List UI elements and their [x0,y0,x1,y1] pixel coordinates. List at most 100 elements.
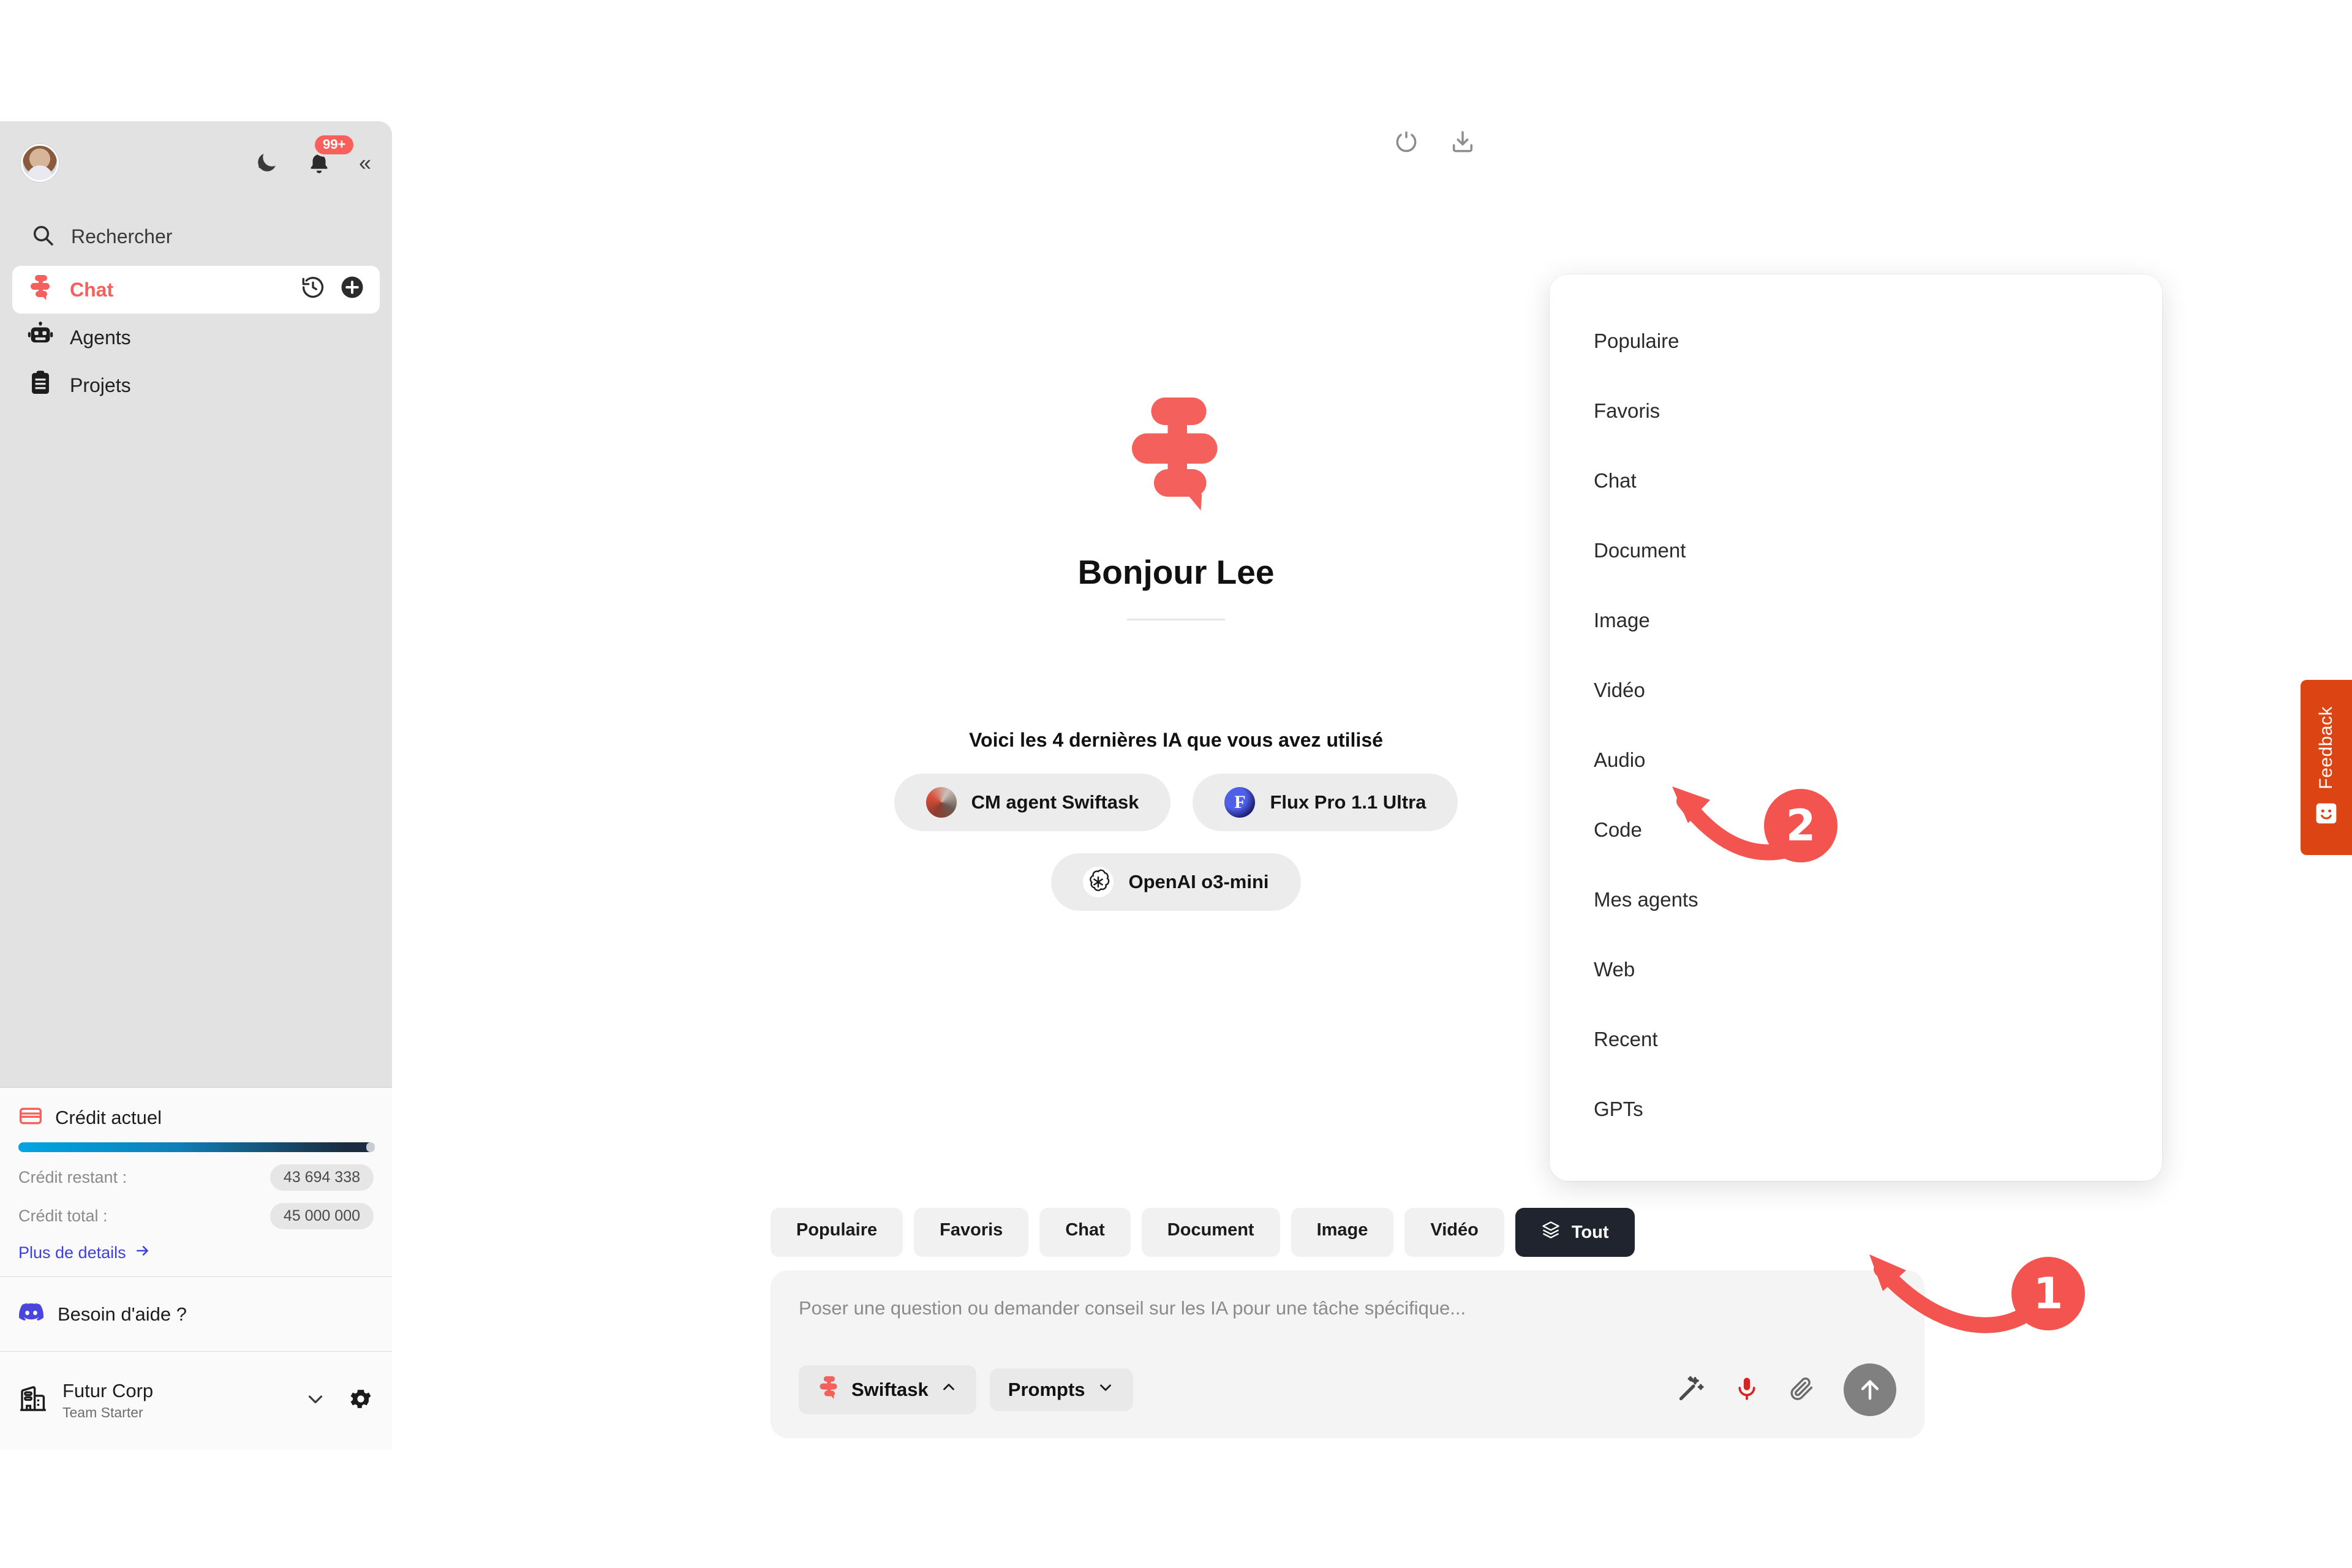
feedback-tab[interactable]: Feedback [2301,680,2352,855]
sidebar-item-label: Agents [70,326,131,349]
more-details-label: Plus de details [18,1243,126,1262]
sidebar-item-projets[interactable]: Projets [12,361,380,409]
notification-count-badge: 99+ [314,135,354,154]
sidebar-header-row: 99+ « [21,135,371,191]
org-name: Futur Corp [62,1380,154,1401]
annotation-badge-2: 2 [1764,789,1838,862]
dropdown-item-chat[interactable]: Chat [1550,446,2162,516]
search-icon [31,223,55,251]
annotation-badge-1: 1 [2011,1257,2085,1330]
cm-agent-avatar-icon [925,787,957,818]
notifications-bell[interactable]: 99+ [306,135,354,176]
more-details-link[interactable]: Plus de details [18,1243,374,1263]
avatar[interactable] [21,144,59,182]
sidebar-item-label: Chat [70,278,114,301]
app-root: 99+ « Rechercher Chat Agents Projets Cré… [0,0,2352,1568]
composer-toolbar: Swiftask Prompts [799,1363,1896,1416]
chat-row-actions [300,274,365,305]
sidebar-top: 99+ « Rechercher [0,121,392,258]
divider [1127,619,1225,620]
download-icon[interactable] [1449,129,1476,159]
composer-toolbar-left: Swiftask Prompts [799,1365,1133,1414]
filter-tab-favoris[interactable]: Favoris [914,1208,1029,1257]
sidebar-item-agents[interactable]: Agents [12,314,380,361]
swiftask-logo-icon [27,274,54,306]
prompts-label: Prompts [1008,1379,1085,1400]
help-label: Besoin d'aide ? [58,1303,187,1325]
org-actions [304,1386,374,1415]
dropdown-item-recent[interactable]: Recent [1550,1005,2162,1074]
recent-ai-chip[interactable]: F Flux Pro 1.1 Ultra [1193,774,1458,831]
credit-remaining-label: Crédit restant : [18,1168,127,1186]
paperclip-icon[interactable] [1789,1375,1815,1405]
model-selector-label: Swiftask [851,1379,929,1400]
sidebar: 99+ « Rechercher Chat Agents Projets Cré… [0,121,392,1449]
composer-toolbar-right [1677,1363,1896,1416]
magic-wand-icon[interactable] [1677,1374,1705,1406]
feedback-label: Feedback [2316,706,2336,790]
gear-icon[interactable] [348,1386,374,1415]
credit-panel: Crédit actuel Crédit restant : 43 694 33… [0,1087,392,1276]
model-selector-button[interactable]: Swiftask [799,1365,976,1414]
smiley-icon [2314,801,2339,829]
recent-ai-chip-label: CM agent Swiftask [971,791,1139,813]
credit-total-value: 45 000 000 [270,1203,374,1229]
org-text: Futur Corp Team Starter [62,1380,153,1421]
recent-ai-chip-label: Flux Pro 1.1 Ultra [1270,791,1427,813]
dark-mode-icon[interactable] [254,150,279,176]
dropdown-item-audio[interactable]: Audio [1550,725,2162,795]
dropdown-item-populaire[interactable]: Populaire [1550,306,2162,376]
filter-tab-image[interactable]: Image [1291,1208,1394,1257]
search-input[interactable]: Rechercher [21,214,371,258]
arrow-right-icon [135,1243,151,1263]
topbar-actions [1393,129,1476,159]
openai-logo-icon [1083,867,1114,897]
refresh-icon[interactable] [1393,129,1420,159]
microphone-icon[interactable] [1733,1375,1760,1405]
prompts-button[interactable]: Prompts [989,1368,1133,1411]
layers-icon [1541,1220,1561,1245]
filter-tabs-row: Populaire Favoris Chat Document Image Vi… [771,1208,1924,1257]
credit-card-icon [18,1104,43,1131]
filter-tab-document[interactable]: Document [1141,1208,1280,1257]
chevron-down-icon [1096,1378,1115,1401]
recent-ai-chip-label: OpenAI o3-mini [1128,871,1269,892]
filter-tab-tout-label: Tout [1571,1222,1609,1242]
collapse-sidebar-icon[interactable]: « [359,152,371,174]
message-input-placeholder: Poser une question ou demander conseil s… [799,1297,1466,1319]
help-row[interactable]: Besoin d'aide ? [0,1276,392,1351]
dropdown-item-gpts[interactable]: GPTs [1550,1074,2162,1144]
message-input-card[interactable]: Poser une question ou demander conseil s… [771,1270,1924,1438]
filter-tab-populaire[interactable]: Populaire [771,1208,903,1257]
sidebar-nav: Chat Agents Projets [0,266,392,409]
composer: Populaire Favoris Chat Document Image Vi… [771,1208,1924,1438]
chevron-down-icon[interactable] [304,1387,327,1414]
discord-icon [18,1302,44,1326]
recent-ai-chip[interactable]: CM agent Swiftask [894,774,1171,831]
sidebar-item-chat[interactable]: Chat [12,266,380,314]
dropdown-item-web[interactable]: Web [1550,935,2162,1005]
dropdown-item-image[interactable]: Image [1550,586,2162,655]
dropdown-item-mes-agents[interactable]: Mes agents [1550,865,2162,935]
filter-tab-video[interactable]: Vidéo [1404,1208,1504,1257]
recent-ai-chip[interactable]: OpenAI o3-mini [1051,853,1301,911]
credit-header: Crédit actuel [18,1104,374,1131]
dropdown-item-video[interactable]: Vidéo [1550,655,2162,725]
search-placeholder: Rechercher [71,225,173,247]
credit-title: Crédit actuel [55,1106,162,1128]
swiftask-logo-icon [817,1375,840,1404]
org-switcher[interactable]: Futur Corp Team Starter [0,1351,392,1449]
dropdown-item-code[interactable]: Code [1550,795,2162,865]
send-button[interactable] [1844,1363,1896,1416]
dropdown-item-favoris[interactable]: Favoris [1550,376,2162,446]
credit-total-label: Crédit total : [18,1207,108,1225]
dropdown-item-document[interactable]: Document [1550,516,2162,586]
new-chat-icon[interactable] [339,274,365,305]
chat-history-icon[interactable] [300,274,326,305]
category-dropdown-panel: Populaire Favoris Chat Document Image Vi… [1550,274,2162,1181]
sidebar-header-icons: 99+ « [254,135,371,176]
filter-tab-chat[interactable]: Chat [1039,1208,1131,1257]
filter-tab-tout[interactable]: Tout [1515,1208,1635,1257]
sidebar-item-label: Projets [70,374,131,396]
